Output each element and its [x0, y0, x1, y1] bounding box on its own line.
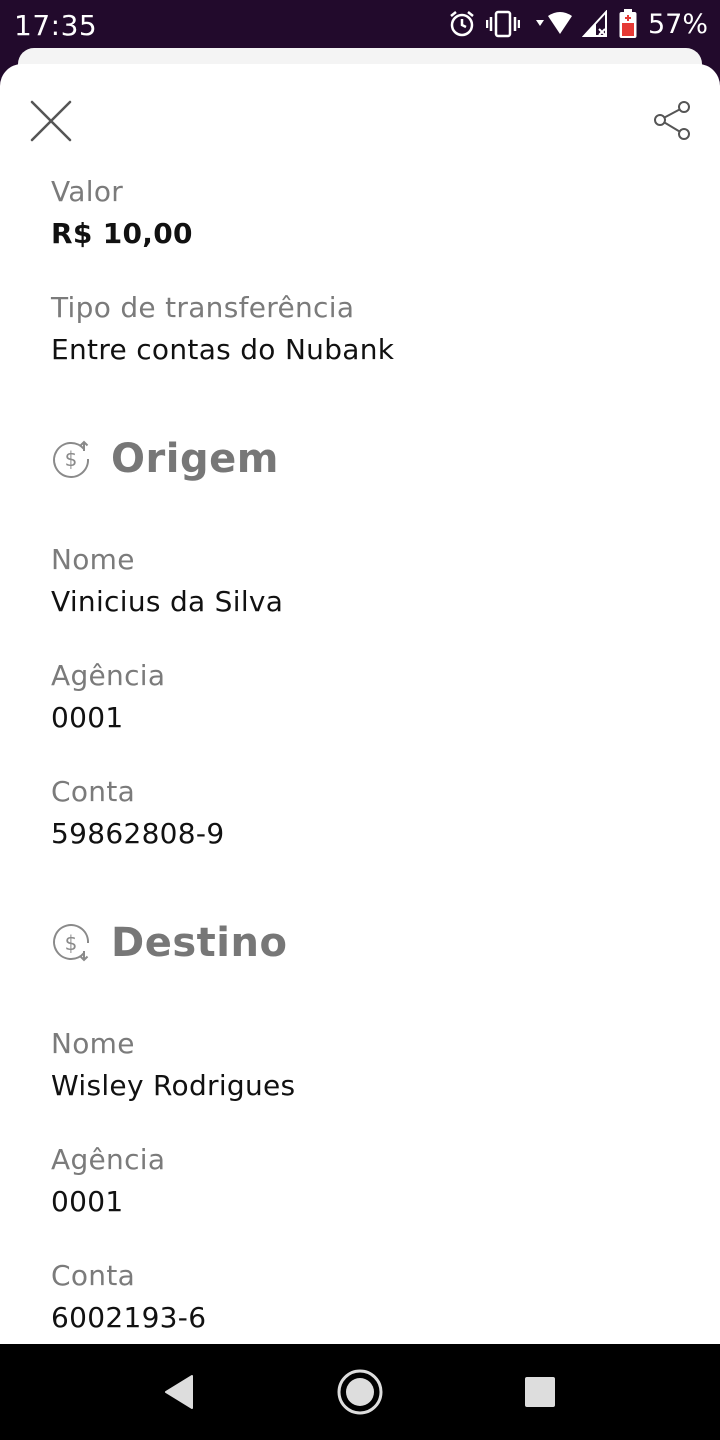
origin-name-label: Nome	[51, 543, 135, 576]
destination-name-label: Nome	[51, 1027, 135, 1060]
destination-agency-field: Agência 0001	[51, 1144, 165, 1218]
destination-account-field: Conta 6002193-6	[51, 1260, 206, 1334]
close-button[interactable]	[28, 98, 74, 144]
origin-agency-field: Agência 0001	[51, 660, 165, 734]
transfer-type-field: Tipo de transferência Entre contas do Nu…	[51, 292, 394, 366]
close-icon	[30, 100, 72, 142]
share-button[interactable]	[652, 100, 694, 142]
destination-section-header: $ Destino	[51, 920, 287, 966]
transfer-type-value: Entre contas do Nubank	[51, 333, 395, 366]
destination-agency-value: 0001	[51, 1185, 124, 1218]
alarm-icon	[450, 11, 474, 37]
recents-button[interactable]	[516, 1368, 564, 1416]
origin-name-field: Nome Vinicius da Silva	[51, 544, 283, 618]
origin-account-label: Conta	[51, 775, 136, 808]
status-bar: 17:35 57%	[0, 0, 720, 48]
origin-agency-label: Agência	[51, 659, 166, 692]
origin-section-header: $ Origem	[51, 436, 279, 482]
value-label: Valor	[51, 175, 124, 208]
transfer-details-sheet: Valor R$ 10,00 Tipo de transferência Ent…	[0, 64, 720, 1344]
origin-name-value: Vinicius da Silva	[51, 585, 284, 618]
vibrate-icon	[485, 10, 520, 38]
svg-text:$: $	[65, 931, 78, 955]
money-in-icon: $	[53, 924, 90, 962]
battery-icon	[619, 9, 637, 38]
destination-title: Destino	[111, 920, 288, 966]
recents-icon	[525, 1377, 555, 1407]
back-icon	[165, 1375, 193, 1409]
transfer-type-label: Tipo de transferência	[51, 291, 355, 324]
home-button[interactable]	[336, 1368, 384, 1416]
destination-account-label: Conta	[51, 1259, 136, 1292]
navigation-bar	[0, 1344, 720, 1440]
money-out-icon: $	[53, 440, 90, 478]
origin-title: Origem	[111, 436, 279, 482]
status-icons: 57%	[448, 8, 708, 40]
share-icon	[654, 101, 690, 140]
home-icon	[337, 1369, 383, 1415]
destination-name-value: Wisley Rodrigues	[51, 1069, 296, 1102]
value-field: Valor R$ 10,00	[51, 176, 193, 250]
status-time: 17:35	[14, 9, 98, 42]
origin-account-value: 59862808-9	[51, 817, 225, 850]
signal-icon	[581, 10, 607, 37]
destination-agency-label: Agência	[51, 1143, 166, 1176]
wifi-icon	[535, 12, 572, 34]
back-button[interactable]	[156, 1368, 204, 1416]
battery-percentage: 57%	[647, 8, 708, 40]
destination-account-value: 6002193-6	[51, 1301, 207, 1334]
destination-name-field: Nome Wisley Rodrigues	[51, 1028, 295, 1102]
origin-agency-value: 0001	[51, 701, 124, 734]
origin-account-field: Conta 59862808-9	[51, 776, 224, 850]
value-amount: R$ 10,00	[51, 217, 193, 250]
svg-text:$: $	[65, 447, 78, 471]
